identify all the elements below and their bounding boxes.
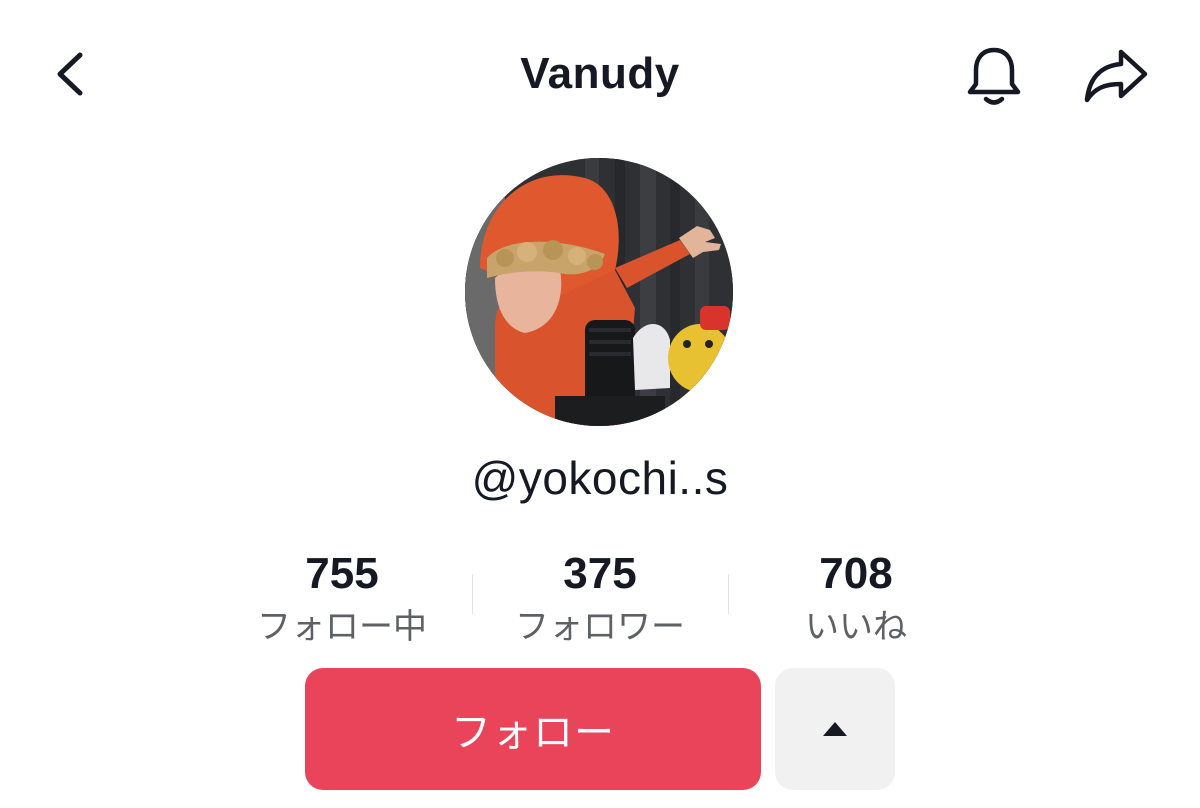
likes-count: 708 <box>819 549 893 598</box>
share-button[interactable] <box>1078 40 1154 112</box>
profile-page: Vanudy @yokochi..s 755 フォロー中 375 フォロワー 7… <box>0 0 1200 808</box>
bell-icon <box>967 47 1021 105</box>
followers-label: フォロワー <box>515 608 685 646</box>
username: @yokochi..s <box>471 452 729 504</box>
avatar[interactable] <box>465 158 733 426</box>
caret-up-icon <box>823 722 847 736</box>
following-label: フォロー中 <box>257 608 427 646</box>
notification-button[interactable] <box>958 40 1030 112</box>
stat-followers[interactable]: 375 フォロワー <box>472 548 728 650</box>
follow-button[interactable]: フォロー <box>305 668 761 790</box>
stat-following[interactable]: 755 フォロー中 <box>214 548 470 650</box>
suggested-accounts-button[interactable] <box>775 668 895 790</box>
profile-stats: 755 フォロー中 375 フォロワー 708 いいね <box>214 548 984 648</box>
profile-photo <box>465 158 733 426</box>
following-count: 755 <box>305 549 379 598</box>
share-arrow-icon <box>1084 49 1148 103</box>
stat-likes[interactable]: 708 いいね <box>728 548 984 650</box>
likes-label: いいね <box>805 608 907 646</box>
followers-count: 375 <box>563 549 637 598</box>
